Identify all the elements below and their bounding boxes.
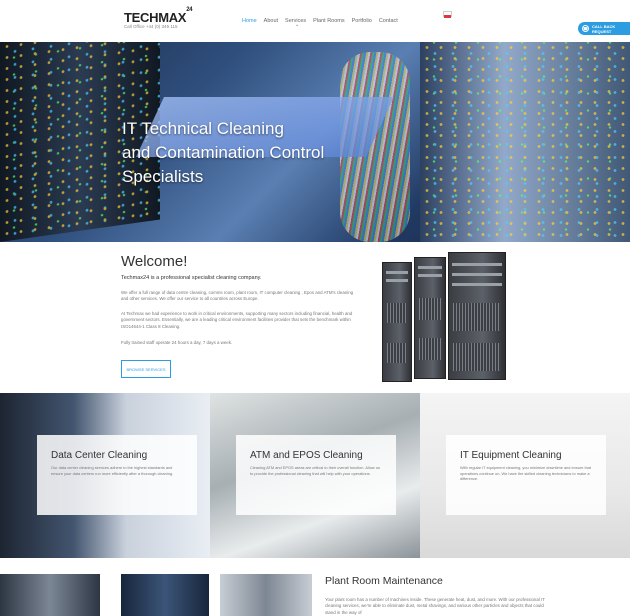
welcome-subtitle: Techmax24 is a professional specialist c…: [121, 275, 262, 281]
nav-home[interactable]: Home: [242, 18, 257, 24]
nav-services[interactable]: Services: [285, 18, 306, 28]
service-title: ATM and EPOS Cleaning: [250, 450, 363, 461]
plant-room-title: Plant Room Maintenance: [325, 575, 443, 587]
phone-icon: ☎: [582, 25, 589, 32]
service-description: Our data center cleaning services adhere…: [51, 465, 174, 476]
callback-label: CALL BACK REQUEST: [591, 23, 616, 34]
hero-banner: IT Technical Cleaning and Contamination …: [0, 42, 630, 242]
nav-about[interactable]: About: [264, 18, 278, 24]
server-tower-2: [414, 257, 446, 379]
plant-room-thumb-1[interactable]: [0, 574, 100, 616]
logo[interactable]: TECHMAX24: [124, 7, 193, 25]
nav-portfolio[interactable]: Portfolio: [352, 18, 372, 24]
service-card: Data Center Cleaning Our data center cle…: [37, 435, 197, 515]
server-rack-image-right: [420, 42, 630, 242]
nav-contact[interactable]: Contact: [379, 18, 398, 24]
plant-room-thumb-3[interactable]: [220, 574, 312, 616]
nav-plant-rooms[interactable]: Plant Rooms: [313, 18, 345, 24]
language-flag-icon[interactable]: [443, 11, 452, 18]
plant-room-thumb-2[interactable]: [121, 574, 209, 616]
server-tower-1: [382, 262, 412, 382]
welcome-paragraph-2: At Techmax we had experience to work in …: [121, 311, 353, 329]
site-header: TECHMAX24 Call Office +44 (0) 345 115 Ho…: [0, 0, 630, 42]
callback-request-button[interactable]: ☎ CALL BACK REQUEST: [578, 22, 630, 35]
service-card: ATM and EPOS Cleaning Cleaning ATM and E…: [236, 435, 396, 515]
service-data-center[interactable]: Data Center Cleaning Our data center cle…: [0, 393, 210, 558]
welcome-paragraph-3: Fully trained staff operate 24 hours a d…: [121, 340, 233, 345]
plant-room-description: Your plant room has a number of machines…: [325, 597, 545, 615]
main-nav: Home About Services Plant Rooms Portfoli…: [242, 18, 398, 28]
server-tower-3: [448, 252, 506, 380]
service-title: Data Center Cleaning: [51, 450, 148, 461]
browse-services-button[interactable]: BROWSE SERVICES: [121, 360, 171, 378]
welcome-title: Welcome!: [121, 253, 188, 270]
service-description: With regular IT equipment cleaning, you …: [460, 465, 591, 481]
service-it-equipment[interactable]: IT Equipment Cleaning With regular IT eq…: [420, 393, 630, 558]
service-description: Cleaning ATM and EPOS areas are critical…: [250, 465, 380, 476]
service-atm-epos[interactable]: ATM and EPOS Cleaning Cleaning ATM and E…: [210, 393, 420, 558]
logo-tagline: Call Office +44 (0) 345 115: [124, 24, 178, 29]
service-card: IT Equipment Cleaning With regular IT eq…: [446, 435, 606, 515]
hero-title: IT Technical Cleaning and Contamination …: [122, 119, 325, 186]
servers-illustration: [376, 252, 508, 390]
welcome-paragraph-1: We offer a full range of data centre cle…: [121, 290, 354, 302]
service-title: IT Equipment Cleaning: [460, 450, 562, 461]
